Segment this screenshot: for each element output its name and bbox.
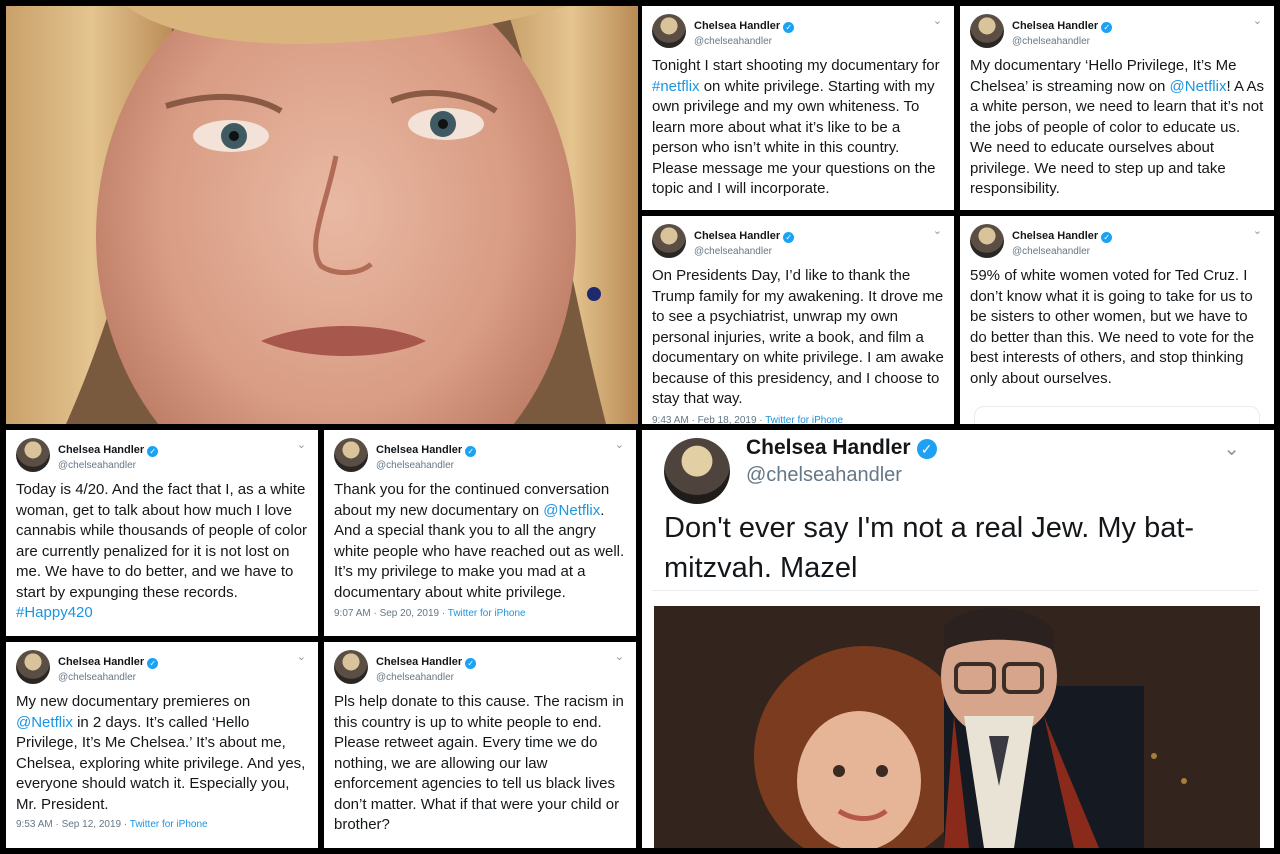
verified-badge-icon: ✓	[465, 446, 477, 457]
source-link[interactable]: Twitter for iPhone	[765, 415, 843, 424]
author-handle[interactable]: @chelseahandler	[58, 672, 158, 683]
author-handle[interactable]: @chelseahandler	[376, 460, 476, 471]
verified-badge-icon: ✓	[147, 658, 159, 669]
chevron-down-icon[interactable]: ⌄	[615, 650, 624, 663]
tweet-media-photo[interactable]	[654, 606, 1260, 848]
divider	[652, 590, 1258, 591]
tweet-text: 59% of white women voted for Ted Cruz. I…	[970, 267, 1255, 387]
author-name-wrap: Chelsea Handler ✓	[746, 436, 937, 460]
author-handle[interactable]: @chelseahandler	[1012, 246, 1112, 257]
verified-badge-icon: ✓	[465, 658, 477, 669]
tweet-card[interactable]: Chelsea Handler ✓ @chelseahandler ⌄ My do…	[960, 6, 1274, 210]
avatar[interactable]	[334, 650, 368, 684]
author-handle[interactable]: @chelseahandler	[694, 246, 794, 257]
chevron-down-icon[interactable]: ⌄	[933, 14, 942, 27]
verified-badge-icon: ✓	[1101, 232, 1113, 243]
verified-badge-icon: ✓	[916, 439, 937, 459]
author-handle[interactable]: @chelseahandler	[58, 460, 158, 471]
author-name[interactable]: Chelsea Handler	[1012, 20, 1098, 32]
tweet-card[interactable]: Chelsea Handler ✓ @chelseahandler ⌄ On Pr…	[642, 216, 954, 424]
author-name[interactable]: Chelsea Handler	[58, 444, 144, 456]
chevron-down-icon[interactable]: ⌄	[1253, 224, 1262, 237]
author-name[interactable]: Chelsea Handler	[694, 230, 780, 242]
tweet-card[interactable]: Chelsea Handler ✓ @chelseahandler ⌄ My ne…	[6, 642, 318, 848]
tweet-header: Chelsea Handler ✓ @chelseahandler ⌄	[970, 224, 1264, 264]
author-handle[interactable]: @chelseahandler	[1012, 36, 1112, 47]
tweet-text: Pls help donate to this cause. The racis…	[334, 693, 624, 833]
tweet-header: Chelsea Handler ✓ @chelseahandler ⌄	[970, 14, 1264, 54]
author-handle[interactable]: @chelseahandler	[746, 464, 902, 487]
author-name[interactable]: Chelsea Handler	[376, 444, 462, 456]
source-link[interactable]: Twitter for iPhone	[130, 819, 208, 830]
hashtag-link[interactable]: #netflix	[652, 78, 700, 95]
chevron-down-icon[interactable]: ⌄	[615, 438, 624, 451]
tweet-header: Chelsea Handler ✓ @chelseahandler ⌄	[334, 438, 626, 478]
tweet-header: Chelsea Handler ✓ @chelseahandler ⌄	[16, 438, 308, 478]
tweet-header: Chelsea Handler ✓ @chelseahandler ⌄	[16, 650, 308, 690]
author-name[interactable]: Chelsea Handler	[694, 20, 780, 32]
mention-link[interactable]: @Netflix	[1170, 78, 1227, 95]
author-name[interactable]: Chelsea Handler	[376, 656, 462, 668]
source-link[interactable]: Twitter for iPhone	[448, 608, 526, 619]
mention-link[interactable]: @Netflix	[16, 714, 73, 731]
chevron-down-icon[interactable]: ⌄	[1253, 14, 1262, 27]
author-name[interactable]: Chelsea Handler	[1012, 230, 1098, 242]
avatar[interactable]	[652, 224, 686, 258]
avatar[interactable]	[16, 650, 50, 684]
tweet-timestamp: 9:43 AM · Feb 18, 2019 · Twitter for iPh…	[652, 415, 844, 424]
tweet-header: Chelsea Handler ✓ @chelseahandler ⌄	[652, 14, 944, 54]
tweet-text: My documentary ‘Hello Privilege, It’s Me…	[970, 57, 1264, 197]
chevron-down-icon[interactable]: ⌄	[933, 224, 942, 237]
tweet-card[interactable]: Chelsea Handler ✓ @chelseahandler ⌄ Today…	[6, 430, 318, 636]
embedded-card-edge	[974, 406, 1260, 424]
chevron-down-icon[interactable]: ⌄	[297, 650, 306, 663]
chevron-down-icon[interactable]: ⌄	[1223, 436, 1240, 461]
portrait-photo	[6, 6, 638, 424]
tweet-timestamp: 9:53 AM · Sep 12, 2019 · Twitter for iPh…	[16, 819, 208, 830]
tweet-text: Don't ever say I'm not a real Jew. My ba…	[664, 512, 1195, 584]
tweet-text: Thank you for the continued conversation…	[334, 481, 625, 601]
tweet-card[interactable]: Chelsea Handler ✓ @chelseahandler ⌄ Tonig…	[642, 6, 954, 210]
author-name[interactable]: Chelsea Handler	[746, 436, 911, 459]
hashtag-link[interactable]: #Happy420	[16, 604, 93, 621]
avatar[interactable]	[16, 438, 50, 472]
verified-badge-icon: ✓	[1101, 22, 1113, 33]
avatar[interactable]	[664, 438, 730, 504]
mention-link[interactable]: @Netflix	[543, 502, 600, 519]
tweet-text: Tonight I start shooting my documentary …	[652, 57, 940, 197]
tweet-header: Chelsea Handler ✓ @chelseahandler ⌄	[652, 224, 944, 264]
portrait-illustration	[6, 6, 638, 424]
avatar[interactable]	[334, 438, 368, 472]
tweet-text: Today is 4/20. And the fact that I, as a…	[16, 481, 308, 621]
tweet-timestamp: 9:07 AM · Sep 20, 2019 · Twitter for iPh…	[334, 608, 526, 619]
chevron-down-icon[interactable]: ⌄	[297, 438, 306, 451]
tweet-card[interactable]: Chelsea Handler ✓ @chelseahandler ⌄ 59% o…	[960, 216, 1274, 424]
tweet-card[interactable]: Chelsea Handler ✓ @chelseahandler ⌄ Pls h…	[324, 642, 636, 848]
tweet-text: On Presidents Day, I’d like to thank the…	[652, 267, 944, 407]
author-name[interactable]: Chelsea Handler	[58, 656, 144, 668]
avatar[interactable]	[652, 14, 686, 48]
tweet-card[interactable]: Chelsea Handler ✓ @chelseahandler ⌄ Thank…	[324, 430, 636, 636]
avatar[interactable]	[970, 14, 1004, 48]
tweet-header: Chelsea Handler ✓ @chelseahandler ⌄	[334, 650, 626, 690]
verified-badge-icon: ✓	[783, 232, 795, 243]
avatar[interactable]	[970, 224, 1004, 258]
verified-badge-icon: ✓	[147, 446, 159, 457]
author-handle[interactable]: @chelseahandler	[376, 672, 476, 683]
verified-badge-icon: ✓	[783, 22, 795, 33]
tweet-text: My new documentary premieres on @Netflix…	[16, 693, 306, 813]
author-handle[interactable]: @chelseahandler	[694, 36, 794, 47]
tweet-card-large[interactable]: Chelsea Handler ✓ @chelseahandler ⌄ Don't…	[642, 430, 1274, 848]
bat-mitzvah-photo-illustration	[654, 606, 1260, 848]
